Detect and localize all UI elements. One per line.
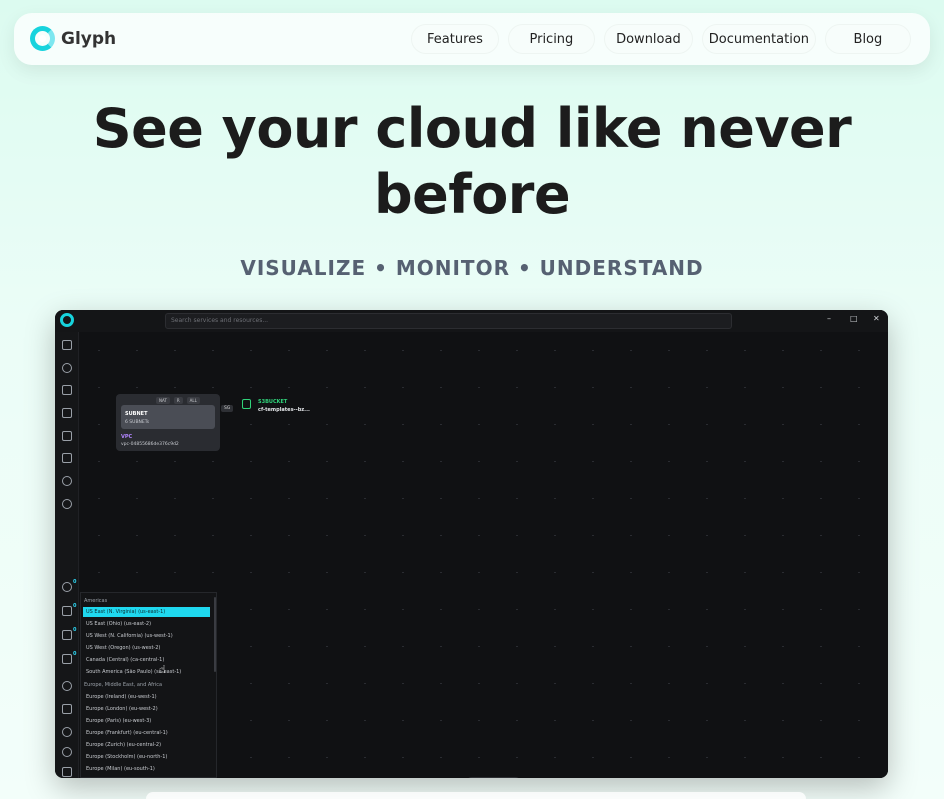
region-option[interactable]: US West (Oregon) (us-west-2) [83, 643, 210, 653]
s3-bucket-title: S3BUCKET [258, 399, 288, 405]
subnet-count: 6 SUBNETs [125, 420, 150, 425]
network-icon[interactable] [62, 340, 72, 350]
refresh-icon[interactable] [62, 747, 72, 757]
database-icon[interactable] [62, 385, 72, 395]
nav-link-blog[interactable]: Blog [824, 24, 911, 54]
hero-subtitle: VISUALIZE • MONITOR • UNDERSTAND [240, 256, 704, 280]
region-option[interactable]: Europe (Frankfurt) (eu-central-1) [83, 728, 210, 738]
compute-badge: 0 [73, 579, 77, 585]
subnet-card[interactable]: NAT R ALL SUBNET 6 SUBNETs VPC vpc-04855… [116, 394, 220, 451]
nav-link-documentation[interactable]: Documentation [701, 24, 816, 54]
subnet-card-pills: NAT R ALL [156, 397, 200, 404]
s3-bucket-icon[interactable] [242, 399, 251, 409]
nat-pill[interactable]: NAT [156, 397, 170, 404]
brand-logo[interactable]: Glyph [30, 26, 116, 51]
region-dropdown: Americas US East (N. Virginia) (us-east-… [80, 592, 217, 778]
lambda-badge: 0 [73, 627, 77, 633]
region-option[interactable]: Europe (Ireland) (eu-west-1) [83, 692, 210, 702]
glyph-logo-icon [30, 26, 55, 51]
cloud-search-icon[interactable] [62, 363, 72, 373]
pointer-cursor-icon: ☝ [159, 663, 166, 676]
region-option[interactable]: US East (Ohio) (us-east-2) [83, 619, 210, 629]
region-group-header: Europe, Middle East, and Africa [84, 682, 163, 688]
s3-bucket-name[interactable]: cf-templates--bz... [258, 407, 310, 413]
app-sidebar: 0 0 0 0 [55, 332, 79, 778]
brand-name: Glyph [61, 28, 117, 49]
hero-title-line1: See your cloud like never [92, 97, 852, 160]
analytics-icon[interactable] [62, 431, 72, 441]
vpc-id: vpc-04855686de376c9d2 [121, 442, 179, 447]
nav-link-download[interactable]: Download [603, 24, 693, 54]
location-pin-icon[interactable] [62, 681, 72, 691]
next-section-edge [146, 792, 806, 799]
cluster-badge: 0 [73, 651, 77, 657]
filter-icon[interactable] [62, 704, 72, 714]
cluster-icon[interactable] [62, 654, 72, 664]
hero-title-line2: before [373, 163, 571, 226]
security-group-tag[interactable]: SG [221, 405, 234, 412]
nav-links: Features Pricing Download Documentation … [411, 24, 911, 54]
monitor-icon[interactable] [62, 476, 72, 486]
region-scrollbar[interactable] [214, 597, 216, 672]
minimize-icon[interactable]: – [827, 314, 831, 323]
logout-icon[interactable] [62, 767, 72, 777]
r-pill[interactable]: R [173, 397, 183, 404]
top-navbar: Glyph Features Pricing Download Document… [14, 13, 930, 65]
subnet-title: SUBNET [125, 411, 148, 417]
layers-badge: 0 [73, 603, 77, 609]
gear-icon[interactable] [62, 727, 72, 737]
subnet-group[interactable]: SUBNET 6 SUBNETs [121, 405, 215, 429]
vpc-label: VPC [121, 434, 133, 440]
nav-link-pricing[interactable]: Pricing [507, 24, 595, 54]
close-icon[interactable]: ✕ [873, 314, 880, 323]
region-option[interactable]: Europe (Paris) (eu-west-3) [83, 716, 210, 726]
region-option[interactable]: South America (São Paulo) (sa-east-1) [83, 667, 210, 677]
compute-icon[interactable] [62, 582, 72, 592]
region-option[interactable]: Europe (London) (eu-west-2) [83, 704, 210, 714]
shield-icon[interactable] [62, 499, 72, 509]
region-option[interactable]: Europe (Milan) (eu-south-1) [83, 764, 210, 774]
server-icon[interactable] [62, 408, 72, 418]
region-option[interactable]: US West (N. California) (us-west-1) [83, 631, 210, 641]
workspace-pill[interactable]: horus-demo-2 [465, 777, 523, 778]
maximize-icon[interactable]: □ [850, 314, 858, 323]
region-option[interactable]: US East (N. Virginia) (us-east-1) [83, 607, 210, 617]
region-option[interactable]: Europe (Zurich) (eu-central-2) [83, 740, 210, 750]
layers-icon[interactable] [62, 606, 72, 616]
app-search-input[interactable]: Search services and resources... [165, 313, 732, 329]
app-preview-window: Search services and resources... – □ ✕ 0… [55, 310, 888, 778]
storage-icon[interactable] [62, 453, 72, 463]
app-titlebar: Search services and resources... – □ ✕ [55, 310, 888, 332]
region-group-header: Americas [84, 598, 108, 604]
app-logo-icon [60, 313, 74, 327]
all-pill[interactable]: ALL [186, 397, 200, 404]
nav-link-features[interactable]: Features [411, 24, 499, 54]
region-option[interactable]: Europe (Stockholm) (eu-north-1) [83, 752, 210, 762]
region-option[interactable]: Canada (Central) (ca-central-1) [83, 655, 210, 665]
hero-title: See your cloud like never before [0, 96, 944, 228]
lambda-icon[interactable] [62, 630, 72, 640]
